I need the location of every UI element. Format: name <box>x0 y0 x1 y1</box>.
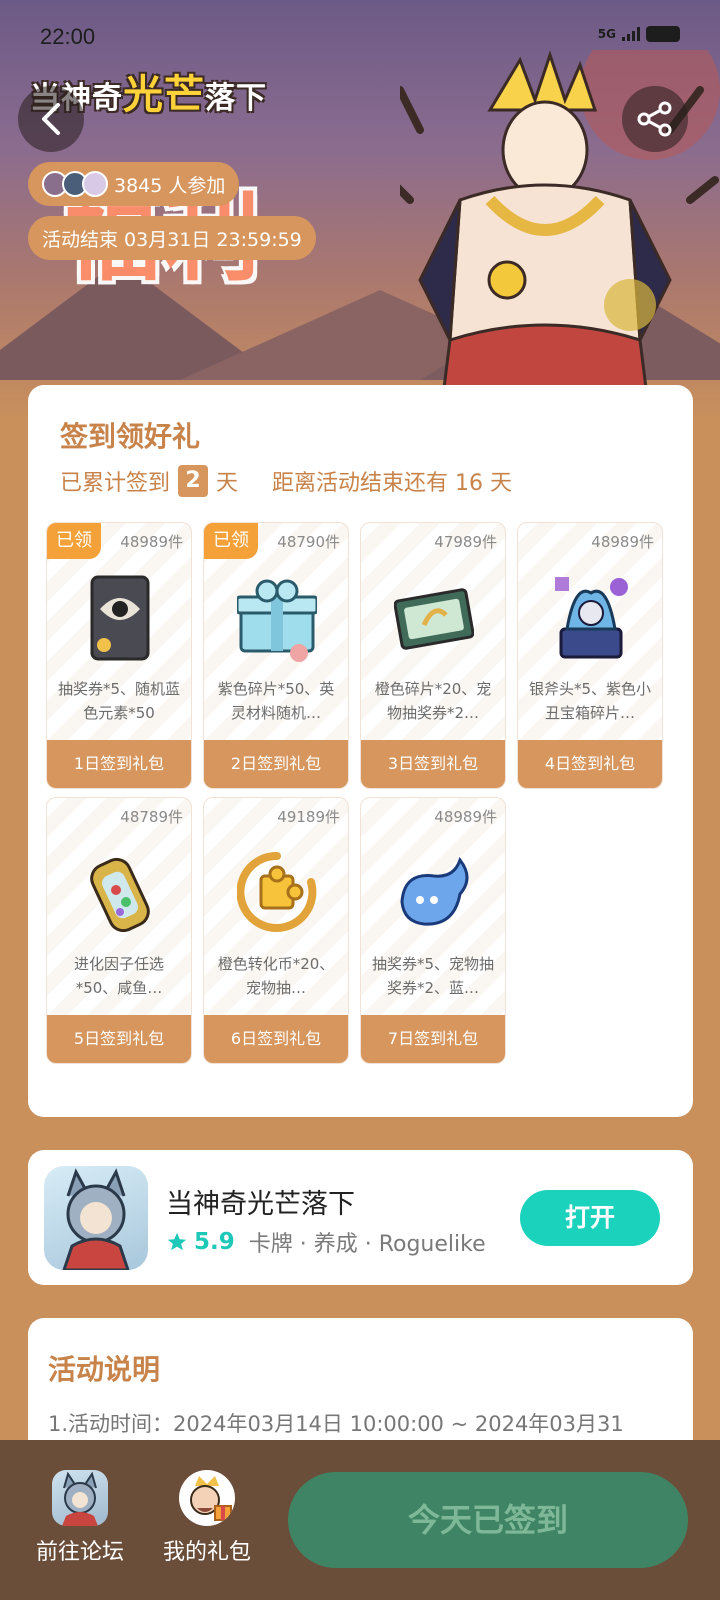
hero-banner: 22:00 5G 当神奇光芒落下 福利 <box>0 0 720 420</box>
reward-card-day2[interactable]: 已领 48790件 紫色碎片*50、英灵材料随机… 2日签到礼包 <box>203 522 349 789</box>
app-meta: 5.9 卡牌 · 养成 · Roguelike <box>166 1226 486 1258</box>
blue-fish-spirit-icon <box>400 856 469 926</box>
reward-card-day5[interactable]: 48789件 进化因子任选*50、咸鱼… 5日签到礼包 <box>46 797 192 1064</box>
lottery-card-icon <box>90 575 150 661</box>
participant-avatars <box>42 171 108 197</box>
checkin-progress: 已累计签到 2 天 距离活动结束还有 16 天 <box>60 465 512 497</box>
share-icon <box>637 101 672 137</box>
clown-chest-icon <box>555 577 628 659</box>
open-app-button[interactable]: 打开 <box>520 1190 660 1246</box>
participants-badge: 3845 人参加 <box>28 162 240 206</box>
reward-card-day6[interactable]: 49189件 橙色转化币*20、宠物抽… 6日签到礼包 <box>203 797 349 1064</box>
app-card[interactable]: 当神奇光芒落下 5.9 卡牌 · 养成 · Roguelike 打开 <box>28 1150 693 1285</box>
forum-icon <box>52 1470 108 1526</box>
checkin-days-count: 2 <box>178 465 209 497</box>
chevron-left-icon <box>42 103 60 135</box>
forum-label: 前往论坛 <box>35 1540 124 1565</box>
claimed-tag: 已领 <box>47 523 101 559</box>
activity-title: 活动说明 <box>48 1353 161 1386</box>
bottom-bar: 前往论坛 我的礼包 今天已签到 <box>0 1440 720 1600</box>
app-name: 当神奇光芒落下 <box>166 1189 355 1220</box>
battery-icon <box>646 26 680 42</box>
signal-icon <box>622 27 640 41</box>
share-button[interactable] <box>622 86 688 152</box>
evolution-factor-icon <box>90 857 150 933</box>
reward-card-day4[interactable]: 48989件 银斧头*5、紫色小丑宝箱碎片… 4日签到礼包 <box>517 522 663 789</box>
gift-character-icon <box>179 1470 235 1526</box>
my-gifts-label: 我的礼包 <box>162 1540 251 1565</box>
star-icon <box>167 1232 187 1251</box>
reward-card-day3[interactable]: 47989件 橙色碎片*20、宠物抽奖券*2… 3日签到礼包 <box>360 522 506 789</box>
app-rating: 5.9 <box>194 1229 235 1255</box>
forum-button[interactable]: 前往论坛 <box>30 1470 130 1566</box>
gift-box-icon <box>237 579 317 662</box>
orange-shard-card-icon <box>394 588 474 650</box>
signed-today-button[interactable]: 今天已签到 <box>288 1472 688 1568</box>
status-bar: 22:00 5G <box>40 22 680 52</box>
claimed-tag: 已领 <box>204 523 258 559</box>
my-gifts-button[interactable]: 我的礼包 <box>157 1470 257 1566</box>
app-tags: 卡牌 · 养成 · Roguelike <box>248 1232 486 1257</box>
checkin-title: 签到领好礼 <box>60 420 201 453</box>
activity-time-line: 1.活动时间：2024年03月14日 10:00:00 ~ 2024年03月31 <box>48 1412 624 1436</box>
network-label: 5G <box>597 27 616 41</box>
activity-end-badge: 活动结束 03月31日 23:59:59 <box>28 216 316 260</box>
days-remaining: 距离活动结束还有 16 天 <box>272 471 513 496</box>
cat-character-icon <box>62 1168 130 1270</box>
checkin-card: 签到领好礼 已累计签到 2 天 距离活动结束还有 16 天 已领 48989件 … <box>28 385 693 1117</box>
puzzle-coin-icon <box>237 851 317 932</box>
reward-card-day1[interactable]: 已领 48989件 抽奖券*5、随机蓝色元素*50 1日签到礼包 <box>46 522 192 789</box>
reward-card-day7[interactable]: 48989件 抽奖券*5、宠物抽奖券*2、蓝… 7日签到礼包 <box>360 797 506 1064</box>
app-icon[interactable] <box>44 1166 148 1270</box>
status-time: 22:00 <box>40 24 96 49</box>
back-button[interactable] <box>18 86 84 152</box>
participants-count: 3845 人参加 <box>114 174 226 197</box>
